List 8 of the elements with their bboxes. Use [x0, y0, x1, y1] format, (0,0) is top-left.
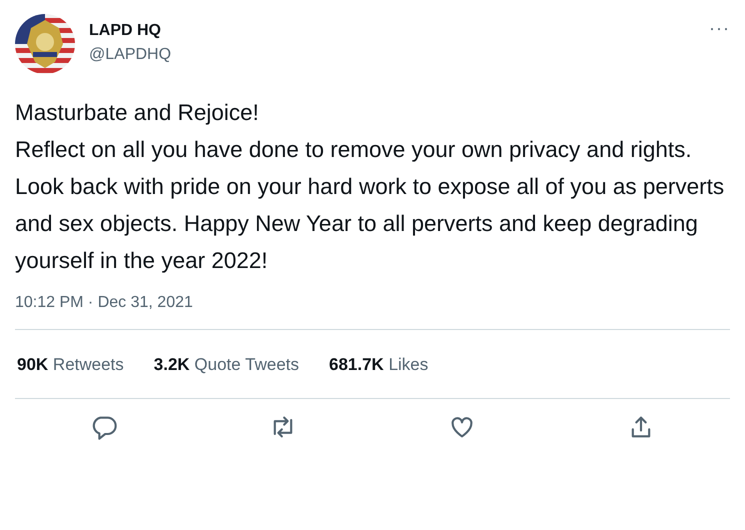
author-name[interactable]: LAPD HQ	[89, 22, 696, 40]
tweet-text: Masturbate and Rejoice! Reflect on all you have done to remove your own privacy and rights. Look back with pride on your hard work to expose all of you as perverts and sex objects. Happy New Year to all perverts and keep degrading yourself in the year 2022!	[15, 99, 726, 275]
author-handle[interactable]: @LAPDHQ	[89, 46, 696, 64]
tweet-timestamp[interactable]: 10:12 PM · Dec 31, 2021	[15, 294, 193, 311]
stat-link[interactable]: 3.2K Quote Tweets	[154, 355, 300, 375]
more-options-button[interactable]: ···	[709, 18, 730, 39]
stat-link[interactable]: 681.7K Likes	[329, 355, 428, 375]
stat-link[interactable]: 90K Retweets	[17, 355, 124, 375]
